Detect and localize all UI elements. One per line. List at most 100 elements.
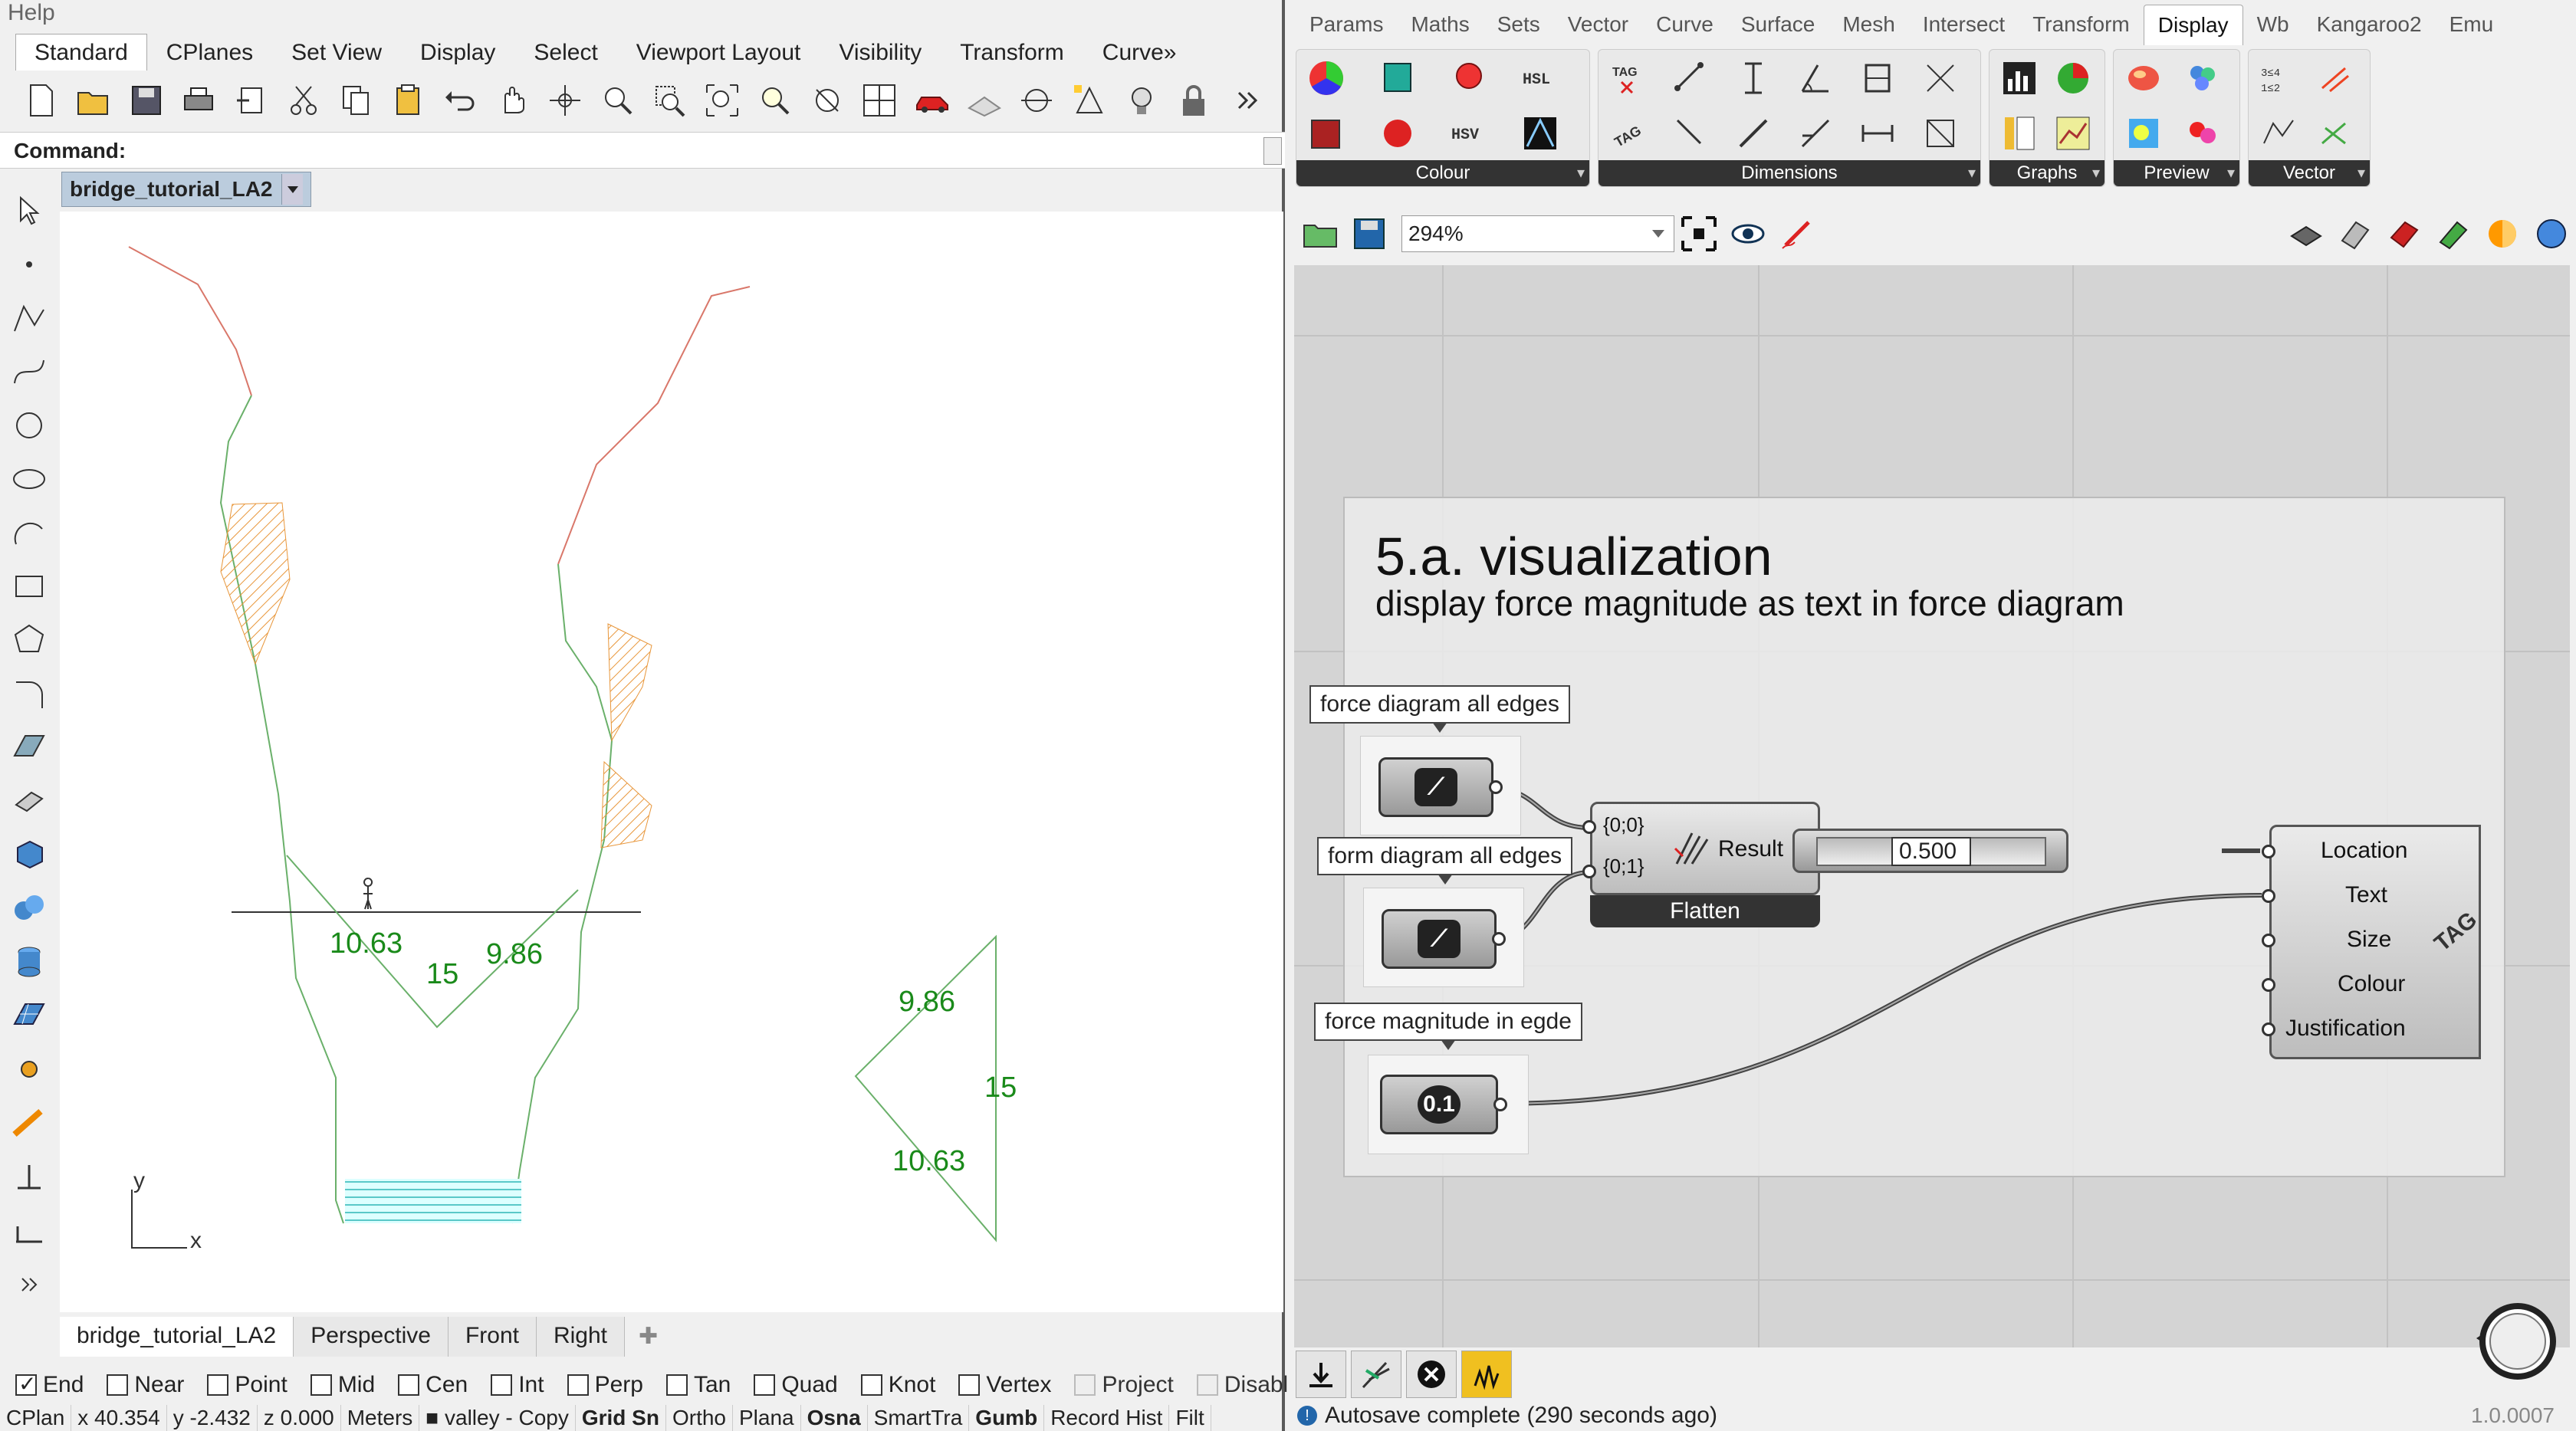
tab-intersect[interactable]: Intersect <box>1909 5 2019 44</box>
preview-mesh-icon[interactable] <box>2429 209 2478 258</box>
dim-arc-icon[interactable] <box>1790 108 1841 159</box>
checkbox-end[interactable] <box>15 1371 37 1397</box>
arc-icon[interactable] <box>0 506 58 560</box>
circle-icon[interactable] <box>0 399 58 452</box>
tab-surface[interactable]: Surface <box>1727 5 1829 44</box>
number-param[interactable]: 0.1 <box>1380 1075 1498 1134</box>
tag-remove-icon[interactable]: TAG <box>1603 53 1654 103</box>
point-list-icon[interactable] <box>2253 108 2304 159</box>
tag-icon[interactable]: TAG <box>1603 108 1654 159</box>
status-smarttrack[interactable]: SmartTra <box>868 1405 970 1431</box>
cylinder-icon[interactable] <box>0 935 58 989</box>
osnap-tan[interactable]: Tan <box>665 1372 731 1398</box>
command-scroll[interactable] <box>1263 137 1282 165</box>
flatten-component[interactable]: {0;0} {0;1} Result <box>1590 802 1820 895</box>
text-tag-component[interactable]: Location Text Size Colour Justification … <box>2269 825 2482 1059</box>
checkbox-cen[interactable] <box>398 1374 420 1396</box>
status-planar[interactable]: Plana <box>733 1405 801 1431</box>
dim-diagonal-icon[interactable] <box>1728 108 1779 159</box>
dim-line-icon[interactable] <box>1665 108 1716 159</box>
vp-tab-front[interactable]: Front <box>448 1317 537 1357</box>
status-grid-snap[interactable]: Grid Sn <box>576 1405 666 1431</box>
status-osnap[interactable]: Osna <box>801 1405 868 1431</box>
osnap-int[interactable]: Int <box>491 1372 544 1398</box>
bar-graph-icon[interactable] <box>1994 53 2045 103</box>
dim-radial-icon[interactable] <box>1915 53 1966 103</box>
zoom-window-icon[interactable] <box>644 76 696 125</box>
status-layer[interactable]: ■ valley - Copy <box>419 1405 576 1431</box>
colour-ball-icon[interactable] <box>1372 108 1423 159</box>
dim-linear-icon[interactable] <box>1852 108 1903 159</box>
checkbox-vertex[interactable] <box>958 1374 981 1396</box>
undo-view-icon[interactable] <box>801 76 853 125</box>
box-icon[interactable] <box>0 828 58 881</box>
legend-icon[interactable] <box>1994 108 2045 159</box>
print-icon[interactable] <box>172 76 225 125</box>
dim-vertical-icon[interactable] <box>1728 53 1779 103</box>
checkbox-int[interactable] <box>491 1374 513 1396</box>
osnap-end[interactable]: End <box>15 1371 84 1398</box>
point-icon[interactable] <box>0 238 58 291</box>
colour-wheel-icon[interactable] <box>1301 53 1352 103</box>
vector-display-ex-icon[interactable] <box>2310 108 2361 159</box>
preview-shaded-icon[interactable] <box>2331 209 2380 258</box>
tab-emu[interactable]: Emu <box>2436 5 2508 44</box>
grip-flatten-in1[interactable] <box>1582 865 1596 878</box>
tab-transform[interactable]: Transform <box>2019 5 2144 44</box>
tab-maths[interactable]: Maths <box>1397 5 1483 44</box>
save-file-icon[interactable] <box>1345 209 1394 258</box>
checkbox-project[interactable] <box>1074 1374 1096 1396</box>
gradient-icon[interactable] <box>1515 108 1566 159</box>
grip-param-form[interactable] <box>1492 932 1506 946</box>
tab-sets[interactable]: Sets <box>1484 5 1554 44</box>
checkbox-perp[interactable] <box>567 1374 589 1396</box>
osnap-cen[interactable]: Cen <box>398 1372 468 1398</box>
rhino-viewport[interactable]: 10.63 15 9.86 9.86 15 10.63 y x <box>60 212 1283 1312</box>
surface-icon[interactable] <box>0 720 58 774</box>
grip-tag-colour[interactable] <box>2262 978 2275 992</box>
grip-tag-location[interactable] <box>2262 845 2275 858</box>
zoom-select[interactable]: 294% <box>1401 215 1674 252</box>
four-viewports-icon[interactable] <box>853 76 905 125</box>
grip-param-force[interactable] <box>1489 780 1503 794</box>
chevron-down-icon[interactable] <box>281 174 304 205</box>
viewport-title[interactable]: bridge_tutorial_LA2 <box>61 172 312 207</box>
group-label-vector[interactable]: Vector <box>2249 160 2370 186</box>
menu-help[interactable]: Help <box>0 0 1282 28</box>
fillet-icon[interactable] <box>0 667 58 720</box>
dim-box-icon[interactable] <box>1915 108 1966 159</box>
dimension-icon[interactable] <box>0 1096 58 1150</box>
cloud-display-icon[interactable] <box>2177 53 2228 103</box>
pie-chart-icon[interactable] <box>2048 53 2098 103</box>
checkbox-point[interactable] <box>207 1374 229 1396</box>
group-label-dimensions[interactable]: Dimensions <box>1598 160 1980 186</box>
grip-flatten-in0[interactable] <box>1582 820 1596 834</box>
slider-value[interactable]: 0.500 <box>1891 837 1971 866</box>
solid-union-icon[interactable] <box>0 881 58 935</box>
curve-param-form[interactable]: ⟋ <box>1382 909 1497 969</box>
tab-mesh[interactable]: Mesh <box>1829 5 1908 44</box>
grip-tag-size[interactable] <box>2262 934 2275 947</box>
osnap-point[interactable]: Point <box>207 1372 288 1398</box>
colour-cube-icon[interactable] <box>1372 53 1423 103</box>
tab-standard[interactable]: Standard <box>15 34 147 71</box>
new-file-icon[interactable] <box>15 76 67 125</box>
zoom-extents-icon[interactable] <box>1674 209 1723 258</box>
point-order-icon[interactable]: 3≤4 1≤2 <box>2253 53 2304 103</box>
disable-solver-icon[interactable] <box>1406 1351 1457 1398</box>
zoom-extents-icon[interactable] <box>696 76 748 125</box>
save-icon[interactable] <box>120 76 172 125</box>
sketch-pen-icon[interactable] <box>1773 209 1822 258</box>
osnap-knot[interactable]: Knot <box>860 1372 935 1398</box>
curve-icon[interactable] <box>0 345 58 399</box>
checkbox-knot[interactable] <box>860 1374 882 1396</box>
osnap-perp[interactable]: Perp <box>567 1372 643 1398</box>
checkbox-near[interactable] <box>107 1374 129 1396</box>
rectangle-icon[interactable] <box>0 560 58 613</box>
grid-plane-icon[interactable] <box>958 76 1010 125</box>
tab-select[interactable]: Select <box>514 34 616 71</box>
status-ortho[interactable]: Ortho <box>666 1405 733 1431</box>
copy-icon[interactable] <box>330 76 382 125</box>
preview-selected-icon[interactable] <box>2380 209 2429 258</box>
tab-visibility[interactable]: Visibility <box>820 34 941 71</box>
